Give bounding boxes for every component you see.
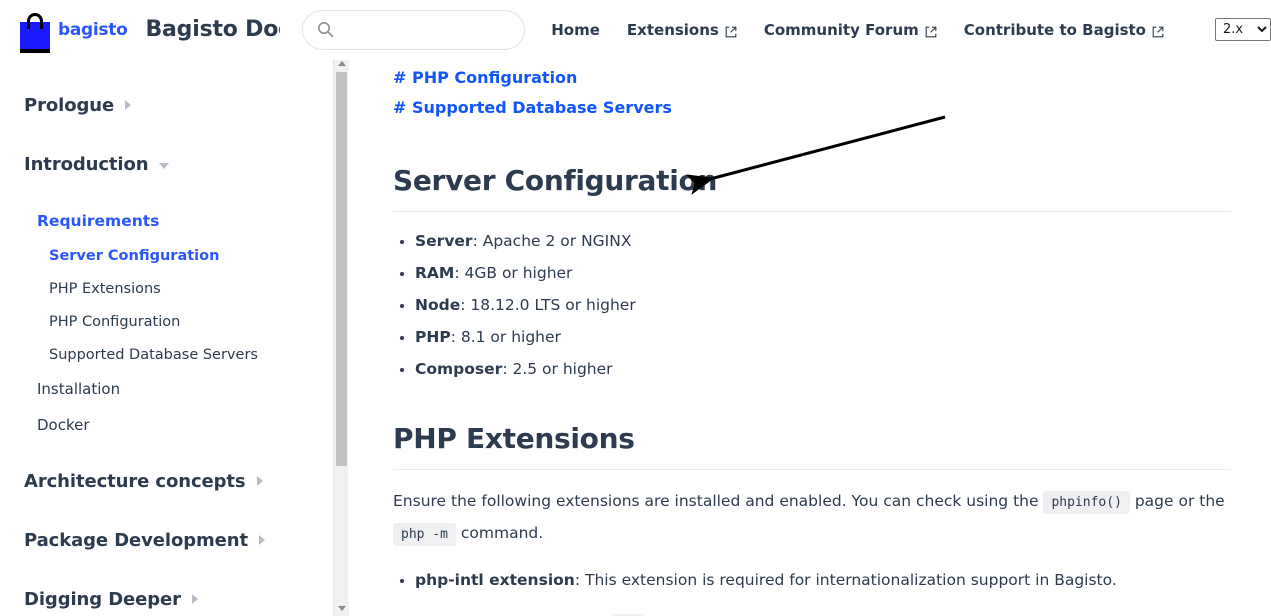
documentation-page: bagisto Bagisto Documentation Home Exten… xyxy=(0,0,1271,616)
requirement-name: RAM xyxy=(415,264,455,282)
heading-divider xyxy=(393,469,1231,470)
list-item: Node: 18.12.0 LTS or higher xyxy=(393,294,1231,317)
requirement-name: PHP xyxy=(415,328,451,346)
sidebar-item-label: Installation xyxy=(37,380,121,398)
chevron-right-icon xyxy=(125,100,132,110)
search-box[interactable] xyxy=(302,9,526,50)
sidebar-item-label: Requirements xyxy=(37,212,160,230)
version-select[interactable]: 2.x xyxy=(1215,18,1271,41)
sidebar-item-requirements[interactable]: Requirements xyxy=(0,208,333,234)
nav-label: Home xyxy=(551,20,600,39)
main-nav: Home Extensions Community Forum Contribu… xyxy=(551,18,1271,41)
extension-name: php-intl extension xyxy=(415,571,575,589)
sidebar-section-label: Architecture concepts xyxy=(24,470,246,492)
chevron-right-icon xyxy=(191,594,198,604)
server-requirements-list: Server: Apache 2 or NGINX RAM: 4GB or hi… xyxy=(393,230,1231,381)
sidebar-section-label: Package Development xyxy=(24,529,248,551)
nav-link-community-forum[interactable]: Community Forum xyxy=(764,21,937,39)
list-item: RAM: 4GB or higher xyxy=(393,262,1231,285)
chevron-right-icon xyxy=(256,476,263,486)
requirement-value: : Apache 2 or NGINX xyxy=(472,232,632,250)
requirement-value: : 4GB or higher xyxy=(454,264,573,282)
paragraph-text: command. xyxy=(455,524,544,542)
sidebar-subitem-server-configuration[interactable]: Server Configuration xyxy=(0,244,333,268)
php-extensions-list: php-intl extension: This extension is re… xyxy=(393,569,1231,616)
sidebar-item-installation[interactable]: Installation xyxy=(0,376,333,402)
hash-icon: # xyxy=(393,98,407,117)
external-link-icon xyxy=(725,24,737,37)
sidebar-section-prologue[interactable]: Prologue xyxy=(0,90,333,120)
requirement-name: Composer xyxy=(415,360,503,378)
sidebar-subitem-php-configuration[interactable]: PHP Configuration xyxy=(0,310,333,334)
external-link-icon xyxy=(1152,24,1164,37)
heading-php-extensions: PHP Extensions xyxy=(393,422,635,455)
list-item: PHP: 8.1 or higher xyxy=(393,326,1231,349)
nav-link-extensions[interactable]: Extensions xyxy=(627,21,737,39)
list-item: php-intl extension: This extension is re… xyxy=(393,569,1231,592)
search-icon xyxy=(317,21,334,38)
sidebar-nav: Prologue Introduction Requirements Serve… xyxy=(0,56,333,616)
site-title: Bagisto Documentation xyxy=(145,17,280,42)
external-link-icon xyxy=(925,24,937,37)
sidebar-section-architecture-concepts[interactable]: Architecture concepts xyxy=(0,466,333,496)
nav-link-contribute-to-bagisto[interactable]: Contribute to Bagisto xyxy=(964,21,1164,39)
nav-label: Community Forum xyxy=(763,20,919,39)
sidebar-subitem-label: PHP Configuration xyxy=(49,314,181,330)
requirement-value: : 8.1 or higher xyxy=(450,328,561,346)
shopping-bag-icon xyxy=(20,11,50,53)
paragraph-text: Ensure the following extensions are inst… xyxy=(393,492,1044,510)
heading-server-configuration: Server Configuration xyxy=(393,164,718,197)
main-content: # PHP Configuration # Supported Database… xyxy=(349,56,1271,616)
sidebar-section-digging-deeper[interactable]: Digging Deeper xyxy=(0,584,333,614)
sidebar-subitem-label: PHP Extensions xyxy=(49,281,161,297)
sidebar-subitem-php-extensions[interactable]: PHP Extensions xyxy=(0,277,333,301)
brand-logo[interactable]: bagisto xyxy=(20,11,128,53)
list-item: Composer: 2.5 or higher xyxy=(393,358,1231,381)
heading-divider xyxy=(393,211,1231,212)
sidebar-section-introduction[interactable]: Introduction xyxy=(0,149,333,179)
sidebar-section-label: Prologue xyxy=(24,94,115,116)
hash-icon: # xyxy=(393,68,407,87)
sidebar-subitem-label: Supported Database Servers xyxy=(49,347,258,363)
paragraph-text: page or the xyxy=(1129,492,1225,510)
sidebar-section-label: Digging Deeper xyxy=(24,588,181,610)
scrollbar-thumb[interactable] xyxy=(336,72,347,466)
php-extensions-intro-paragraph: Ensure the following extensions are inst… xyxy=(393,486,1231,550)
nav-label: Extensions xyxy=(626,20,719,39)
requirement-value: : 2.5 or higher xyxy=(502,360,613,378)
sidebar-item-docker[interactable]: Docker xyxy=(0,412,333,438)
nav-label: Contribute to Bagisto xyxy=(963,20,1146,39)
nav-link-home[interactable]: Home xyxy=(551,21,600,39)
sidebar-item-label: Docker xyxy=(37,416,90,434)
toc-link-php-configuration[interactable]: # PHP Configuration xyxy=(393,67,1231,89)
toc-link-label: PHP Configuration xyxy=(411,68,578,87)
chevron-down-icon xyxy=(159,162,170,169)
scroll-down-arrow-icon[interactable] xyxy=(334,601,349,616)
sidebar-section-package-development[interactable]: Package Development xyxy=(0,525,333,555)
chevron-right-icon xyxy=(259,535,265,545)
extension-desc: : This extension is required for interna… xyxy=(574,571,1117,589)
inline-code-php-m: php -m xyxy=(393,523,456,546)
requirement-name: Server xyxy=(415,232,473,250)
requirement-value: : 18.12.0 LTS or higher xyxy=(460,296,636,314)
requirement-name: Node xyxy=(415,296,461,314)
sidebar-subitem-supported-database-servers[interactable]: Supported Database Servers xyxy=(0,343,333,367)
inline-code-phpinfo: phpinfo() xyxy=(1043,491,1130,514)
search-input[interactable] xyxy=(342,17,513,42)
logo-wordmark: bagisto xyxy=(58,19,128,40)
sidebar-scrollbar[interactable] xyxy=(333,56,349,616)
site-header: bagisto Bagisto Documentation Home Exten… xyxy=(0,0,1271,60)
list-item: Server: Apache 2 or NGINX xyxy=(393,230,1231,253)
sidebar-section-label: Introduction xyxy=(24,153,149,175)
toc-link-label: Supported Database Servers xyxy=(411,98,672,117)
toc-link-supported-database-servers[interactable]: # Supported Database Servers xyxy=(393,97,1231,119)
sidebar-subitem-label: Server Configuration xyxy=(49,248,220,264)
